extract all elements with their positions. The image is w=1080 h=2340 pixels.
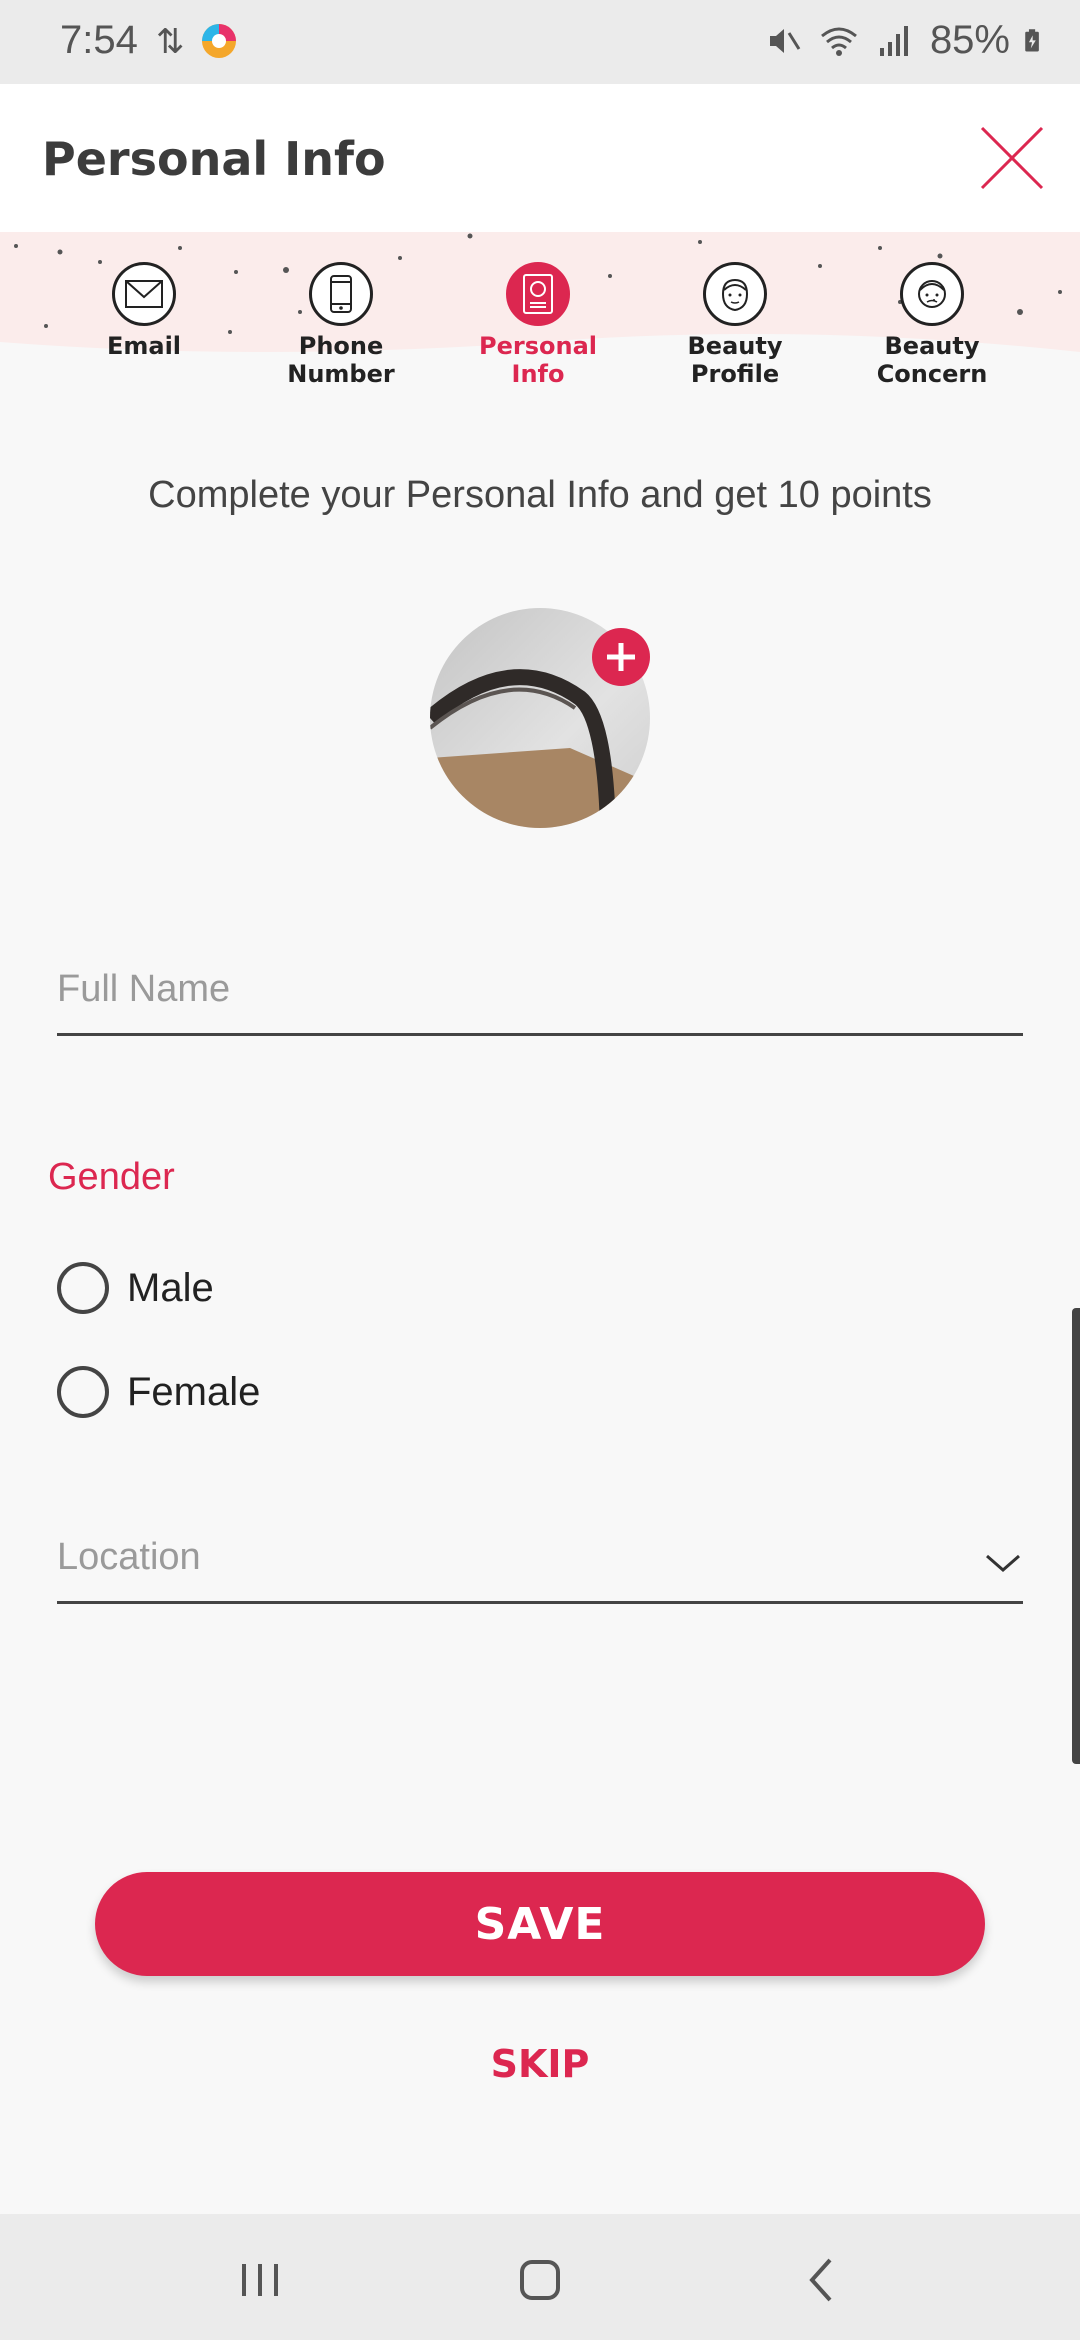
- gender-option-female[interactable]: Female: [57, 1366, 260, 1418]
- app-notification-icon: [202, 24, 236, 58]
- step-personal-info[interactable]: Personal Info: [440, 262, 636, 388]
- step-beauty-profile[interactable]: Beauty Profile: [637, 262, 833, 388]
- data-transfer-icon: ⇅: [156, 23, 185, 61]
- signal-icon: [879, 25, 908, 56]
- full-name-input[interactable]: Full Name: [57, 966, 1023, 1036]
- plus-icon: [607, 643, 635, 671]
- gender-label: Gender: [48, 1156, 175, 1198]
- save-button[interactable]: SAVE: [95, 1872, 985, 1976]
- page-title: Personal Info: [42, 132, 386, 186]
- status-time: 7:54: [60, 18, 138, 62]
- female-label: Female: [127, 1369, 261, 1414]
- add-photo-button[interactable]: [592, 628, 650, 686]
- male-radio[interactable]: [57, 1262, 109, 1314]
- close-icon[interactable]: [974, 120, 1050, 196]
- header: Personal Info: [0, 84, 1080, 232]
- battery-percentage: 85%: [929, 18, 1010, 62]
- system-nav-bar: [0, 2214, 1080, 2340]
- home-icon[interactable]: [510, 2250, 570, 2310]
- save-button-label: SAVE: [474, 1898, 606, 1950]
- battery-charging-icon: [1025, 28, 1039, 52]
- progress-stepper: Email Phone Number Personal Info Beauty …: [0, 232, 1080, 412]
- skip-button[interactable]: SKIP: [440, 2042, 640, 2086]
- recent-apps-icon[interactable]: [230, 2250, 290, 2310]
- step-label: Email: [106, 332, 182, 360]
- step-phone-number[interactable]: Phone Number: [243, 262, 439, 388]
- wifi-icon: [820, 27, 857, 56]
- chevron-down-icon: [986, 1554, 1020, 1572]
- back-icon[interactable]: [792, 2250, 852, 2310]
- face-icon: [703, 262, 767, 326]
- gender-option-male[interactable]: Male: [57, 1262, 214, 1314]
- location-dropdown[interactable]: Location: [57, 1534, 1023, 1604]
- female-radio[interactable]: [57, 1366, 109, 1418]
- face-concern-icon: [900, 262, 964, 326]
- step-label: Beauty Concern: [876, 332, 988, 388]
- step-beauty-concern[interactable]: Beauty Concern: [834, 262, 1030, 388]
- male-label: Male: [127, 1265, 214, 1310]
- id-card-icon: [506, 262, 570, 326]
- status-right: 85%: [762, 18, 1050, 63]
- envelope-icon: [112, 262, 176, 326]
- step-label: Beauty Profile: [687, 332, 783, 388]
- full-name-placeholder: Full Name: [57, 968, 231, 1010]
- step-email[interactable]: Email: [46, 262, 242, 360]
- phone-icon: [309, 262, 373, 326]
- step-label: Phone Number: [287, 332, 395, 388]
- scrollbar[interactable]: [1072, 1308, 1080, 1764]
- step-label: Personal Info: [479, 332, 597, 388]
- intro-text: Complete your Personal Info and get 10 p…: [148, 474, 932, 516]
- status-bar: 7:54 ⇅ 85%: [0, 0, 1080, 84]
- mute-icon: [769, 28, 801, 53]
- location-placeholder: Location: [57, 1536, 201, 1578]
